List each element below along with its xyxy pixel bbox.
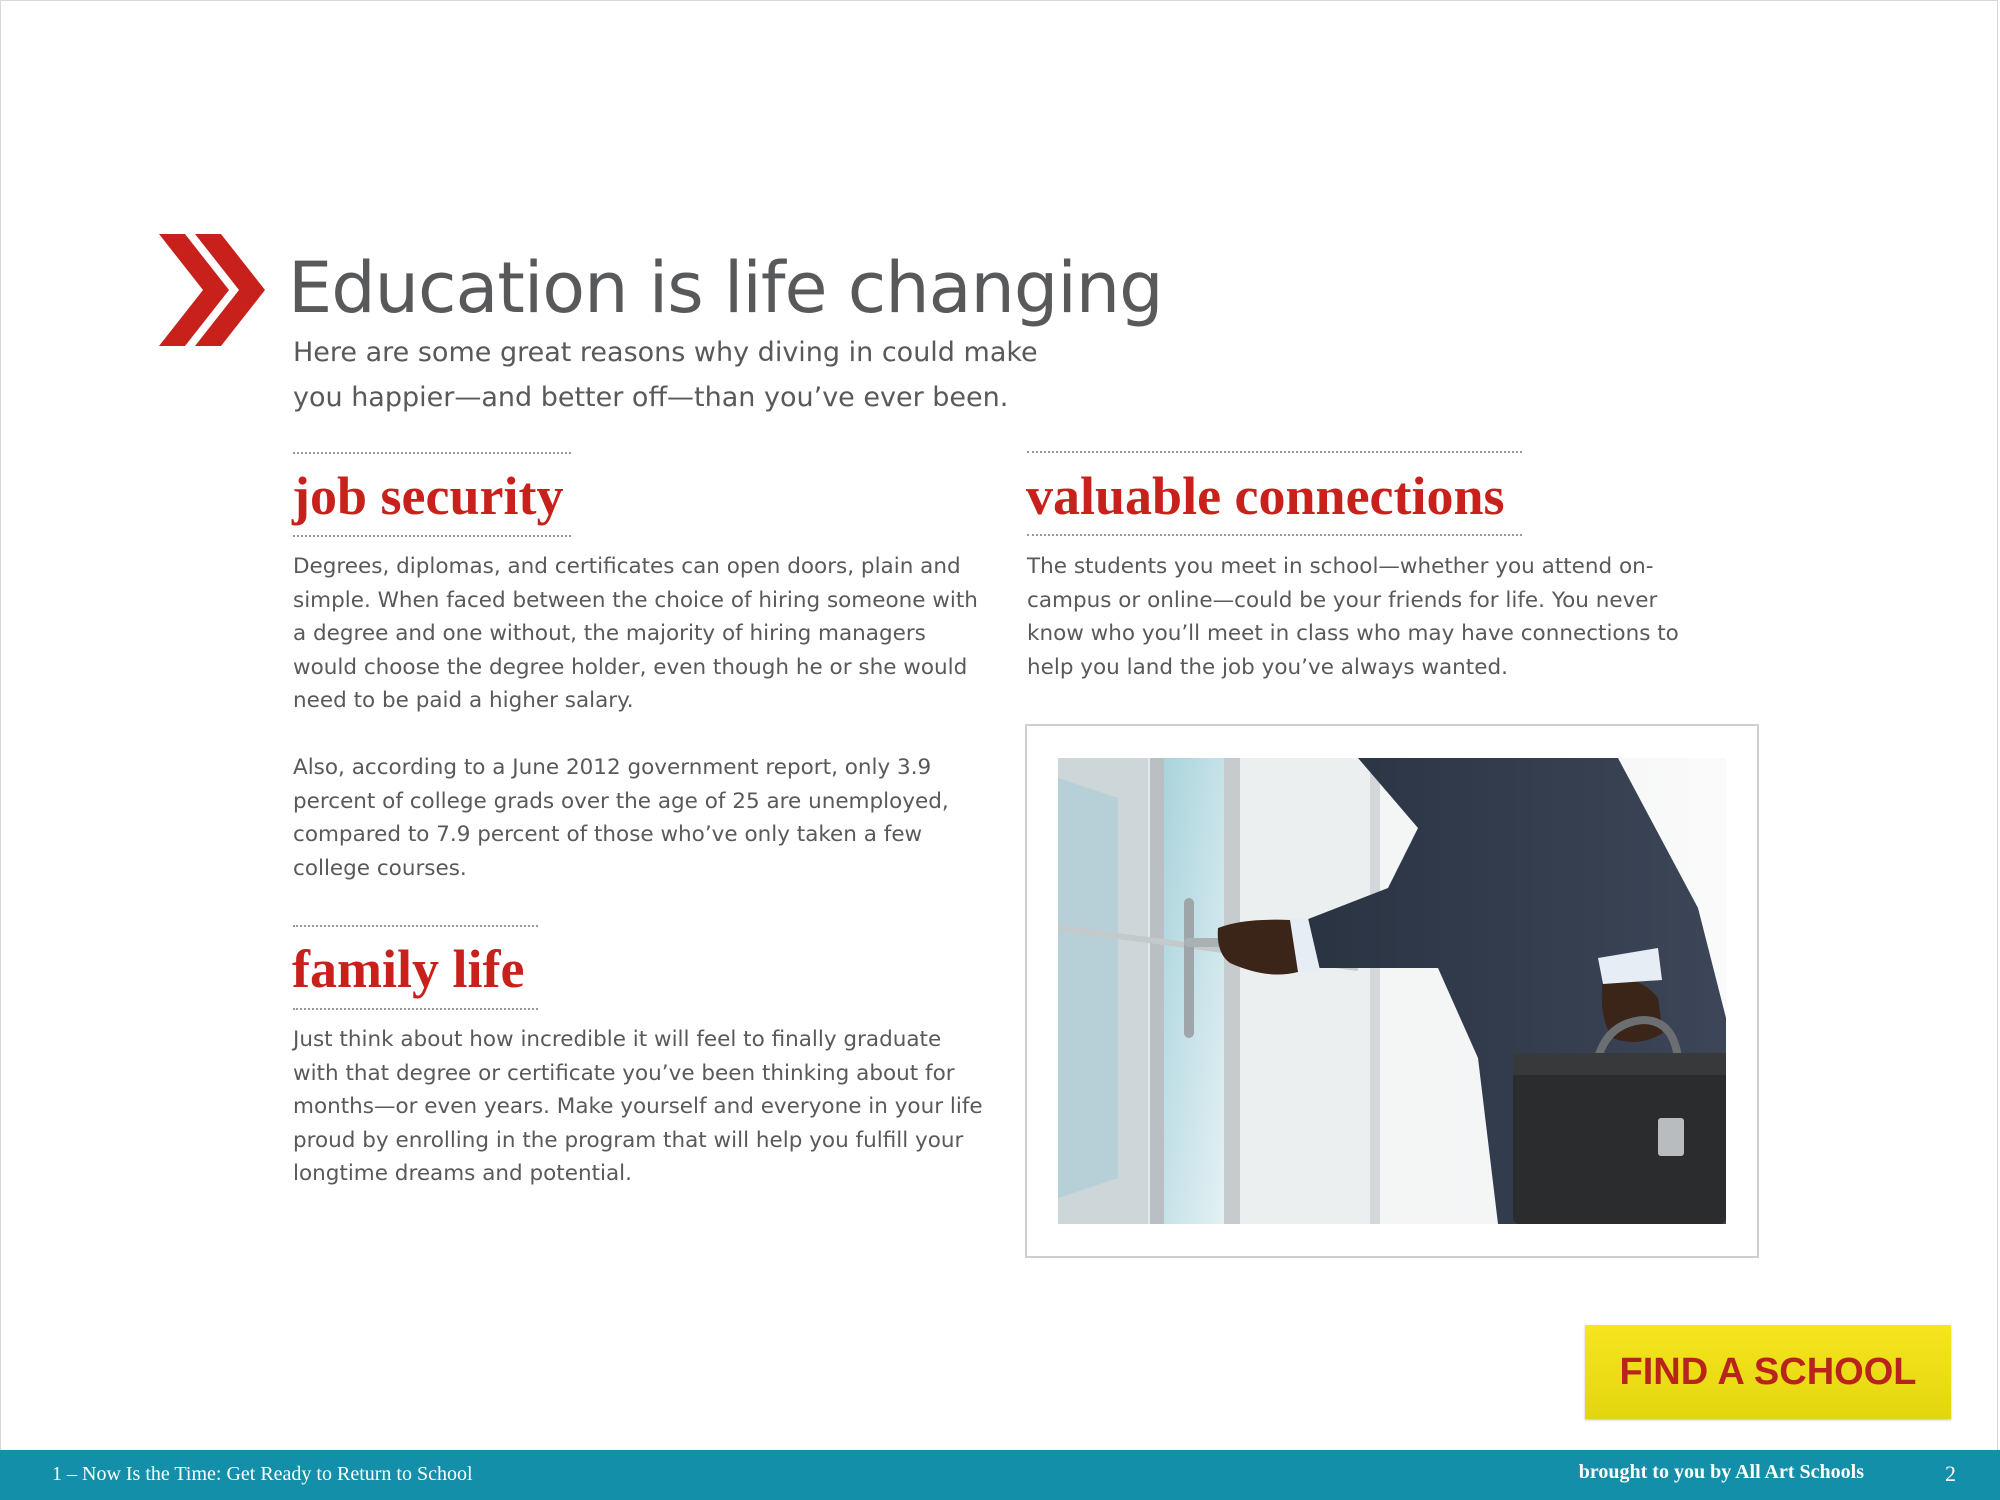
businessman-door-photo xyxy=(1058,758,1726,1224)
footer-sponsor-text: brought to you by All Art Schools xyxy=(1578,1461,1864,1483)
photo-frame xyxy=(1025,724,1759,1258)
footer-bar: 1 – Now Is the Time: Get Ready to Return… xyxy=(0,1450,2000,1500)
find-a-school-button[interactable]: FIND A SCHOOL xyxy=(1585,1325,1951,1419)
job-security-paragraph-2: Also, according to a June 2012 governmen… xyxy=(293,755,949,881)
job-security-paragraph-1: Degrees, diplomas, and certificates can … xyxy=(293,554,978,713)
page-title: Education is life changing xyxy=(288,247,1164,329)
heading-job-security: job security xyxy=(292,466,564,526)
divider-dotted xyxy=(1027,534,1522,536)
family-life-paragraph: Just think about how incredible it will … xyxy=(293,1027,983,1186)
valuable-connections-paragraph: The students you meet in school—whether … xyxy=(1027,554,1679,680)
page-number: 2 xyxy=(1945,1461,1956,1486)
heading-family-life: family life xyxy=(292,939,525,999)
footer-document-title: 1 – Now Is the Time: Get Ready to Return… xyxy=(52,1463,473,1485)
divider-dotted xyxy=(293,925,538,927)
page-subtitle: Here are some great reasons why diving i… xyxy=(293,337,1038,413)
double-chevron-right-icon xyxy=(159,234,265,346)
divider-dotted xyxy=(293,452,571,454)
divider-dotted xyxy=(1027,451,1522,453)
divider-dotted xyxy=(293,1008,538,1010)
heading-valuable-connections: valuable connections xyxy=(1026,466,1505,526)
divider-dotted xyxy=(293,535,571,537)
